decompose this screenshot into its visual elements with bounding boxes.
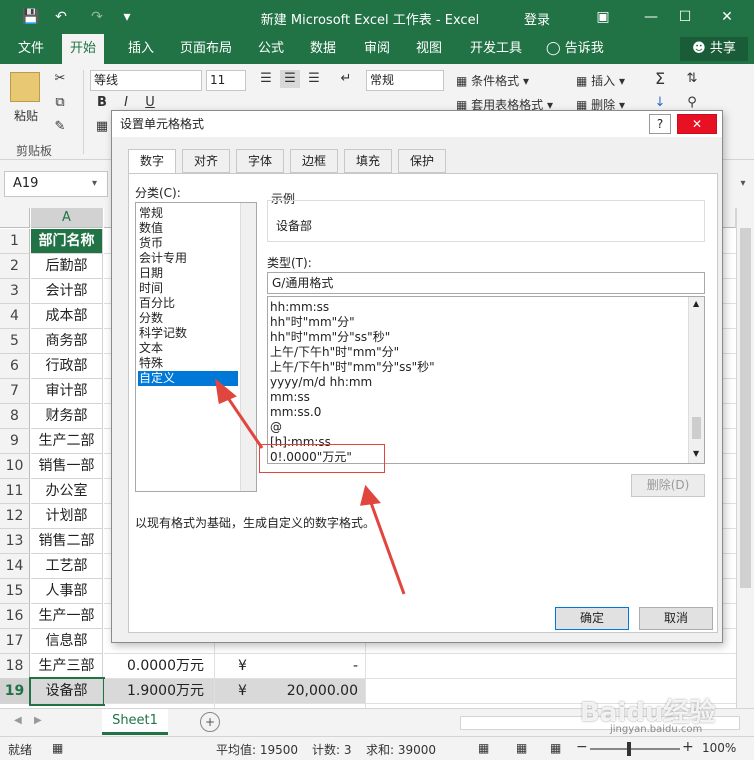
annotation-arrows — [214, 378, 406, 595]
arrow-to-custom-category — [222, 391, 264, 449]
arrow-head-icon — [214, 378, 237, 405]
arrow-head-icon — [360, 484, 381, 506]
arrow-to-custom-format — [368, 499, 406, 595]
